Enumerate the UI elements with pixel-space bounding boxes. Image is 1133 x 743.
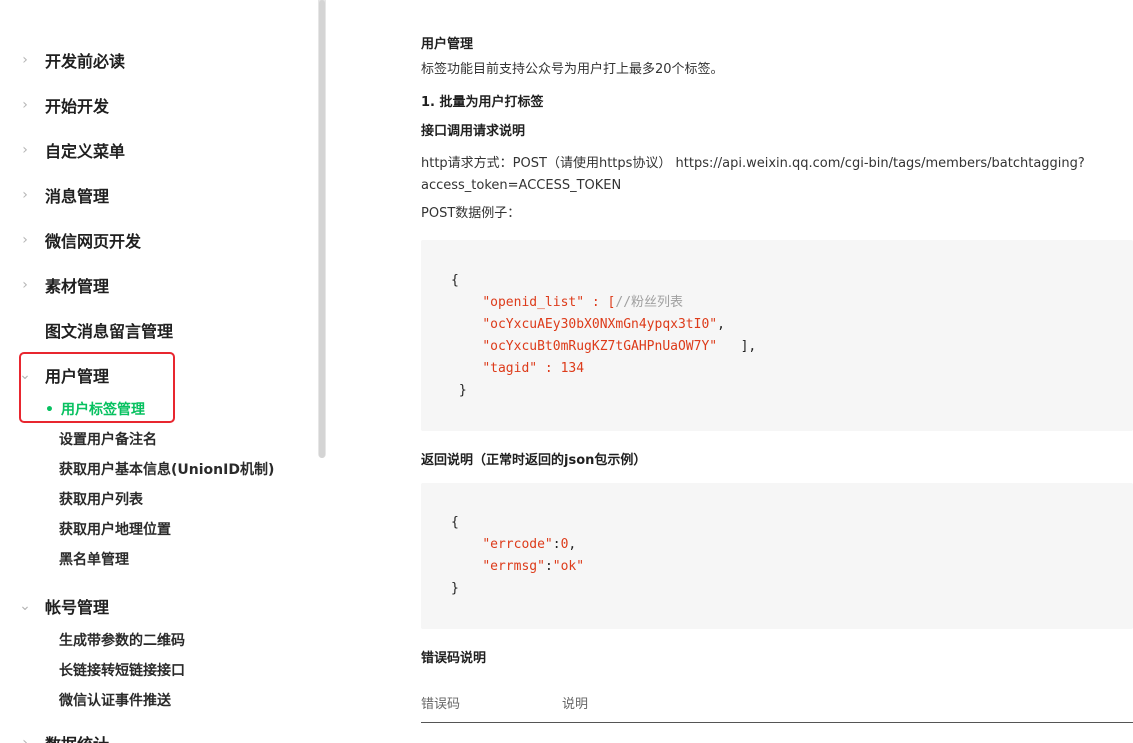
chevron-right-icon: › xyxy=(22,142,28,158)
sidebar-item-label: 数据统计 xyxy=(45,731,109,743)
sidebar-item-account-mgmt[interactable]: ⌄ 帐号管理 xyxy=(0,591,109,621)
intro-text: 标签功能目前支持公众号为用户打上最多20个标签。 xyxy=(421,62,724,77)
code-key: "errmsg" xyxy=(482,559,545,574)
post-example-label: POST数据例子： xyxy=(421,206,521,221)
sidebar-item-label: 开发前必读 xyxy=(45,52,126,71)
sidebar-item-label: 消息管理 xyxy=(45,187,110,206)
chevron-right-icon: › xyxy=(22,187,28,203)
table-header-desc: 说明 xyxy=(562,697,589,712)
sidebar-item-data-stats[interactable]: › 数据统计 xyxy=(0,728,109,743)
code-comment: //粉丝列表 xyxy=(615,295,684,310)
sidebar-item-label: 素材管理 xyxy=(45,277,110,296)
code-block-request: { "openid_list" : [//粉丝列表 "ocYxcuAEy30bX… xyxy=(421,240,1133,431)
chevron-right-icon: › xyxy=(22,735,28,743)
sidebar-item-label: 微信网页开发 xyxy=(45,232,142,251)
scrollbar-thumb[interactable] xyxy=(319,0,325,458)
sidebar-item-label: 开始开发 xyxy=(45,97,110,116)
chevron-right-icon: › xyxy=(22,97,28,113)
sidebar-item-custom-menu[interactable]: › 自定义菜单 xyxy=(0,135,125,165)
chevron-down-icon: ⌄ xyxy=(19,598,31,614)
code-response: { "errcode":0, "errmsg":"ok" } xyxy=(451,515,585,596)
code-block-response: { "errcode":0, "errmsg":"ok" } xyxy=(421,483,1133,629)
code-string: "ocYxcuBt0mRugKZ7tGAHPnUaOW7Y" xyxy=(482,339,718,354)
chevron-right-icon: › xyxy=(22,52,28,68)
sidebar-item-label: 帐号管理 xyxy=(45,598,110,617)
main-content: 用户管理 标签功能目前支持公众号为用户打上最多20个标签。 1. 批量为用户打标… xyxy=(421,0,1133,743)
section-title: 用户管理 xyxy=(421,37,474,52)
sidebar-item-label: 图文消息留言管理 xyxy=(45,322,174,341)
step-title: 1. 批量为用户打标签 xyxy=(421,95,544,110)
sidebar-item-dev-prereading[interactable]: › 开发前必读 xyxy=(0,45,125,75)
sidebar-subitem-shorturl[interactable]: 长链接转短链接接口 xyxy=(59,660,185,682)
chevron-right-icon: › xyxy=(22,232,28,248)
sidebar-subitem-user-location[interactable]: 获取用户地理位置 xyxy=(59,519,171,541)
sidebar-subitem-auth-event[interactable]: 微信认证事件推送 xyxy=(59,690,171,712)
code-request: { "openid_list" : [//粉丝列表 "ocYxcuAEy30bX… xyxy=(451,273,757,398)
table-header-code: 错误码 xyxy=(421,697,461,712)
code-string: "ocYxcuAEy30bX0NXmGn4ypqx3tI0" xyxy=(482,317,718,332)
code-key: "tagid" xyxy=(482,361,538,376)
sidebar-item-start-dev[interactable]: › 开始开发 xyxy=(0,90,109,120)
sidebar-item-label: 自定义菜单 xyxy=(45,142,126,161)
highlight-annotation-box xyxy=(19,352,175,423)
code-key: "errcode" xyxy=(482,537,553,552)
request-title: 接口调用请求说明 xyxy=(421,124,526,139)
sidebar-subitem-qrcode[interactable]: 生成带参数的二维码 xyxy=(59,630,185,652)
return-title: 返回说明（正常时返回的json包示例） xyxy=(421,453,647,468)
sidebar-subitem-blacklist[interactable]: 黑名单管理 xyxy=(59,549,129,571)
sidebar-item-web-dev[interactable]: › 微信网页开发 xyxy=(0,225,141,255)
http-method-line1: http请求方式：POST（请使用https协议） https://api.we… xyxy=(421,156,1085,171)
chevron-right-icon: › xyxy=(22,277,28,293)
sidebar-item-material-mgmt[interactable]: › 素材管理 xyxy=(0,270,109,300)
sidebar-nav: › 开发前必读 › 开始开发 › 自定义菜单 › 消息管理 › 微信网页开发 ›… xyxy=(0,0,318,743)
http-method-line2: access_token=ACCESS_TOKEN xyxy=(421,178,622,193)
error-title: 错误码说明 xyxy=(421,651,487,666)
sidebar-scrollbar[interactable] xyxy=(318,0,326,458)
code-key: "openid_list" xyxy=(482,295,585,310)
error-table-header: 错误码 说明 xyxy=(421,690,1133,723)
sidebar-subitem-user-list[interactable]: 获取用户列表 xyxy=(59,489,143,511)
sidebar-item-message-mgmt[interactable]: › 消息管理 xyxy=(0,180,109,210)
sidebar-subitem-user-info[interactable]: 获取用户基本信息(UnionID机制) xyxy=(59,459,274,481)
code-string: "ok" xyxy=(552,559,585,574)
sidebar-subitem-user-remark[interactable]: 设置用户备注名 xyxy=(59,429,157,451)
sidebar-item-comment-mgmt[interactable]: 图文消息留言管理 xyxy=(0,315,173,345)
code-number: 134 xyxy=(560,361,585,376)
